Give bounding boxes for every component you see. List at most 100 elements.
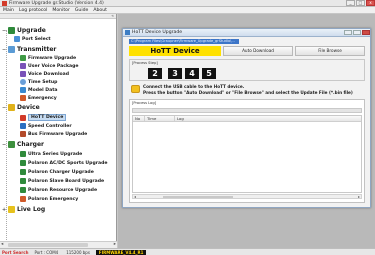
polaron-resource-icon [20,187,26,193]
window-icon [125,30,130,35]
process-step-label: [Process Step] [132,61,158,65]
tree-item-polaron-charger[interactable]: Polaron Charger Upgrade [20,169,94,175]
usb-warning-icon [131,85,140,93]
version-badge: FIRMWARE_V4.4_R1 [95,249,147,255]
device-icon [8,104,15,111]
tree-live-log[interactable]: + Live Log [2,206,45,213]
tree-item-ultra-series[interactable]: Ultra Series Upgrade [20,151,82,157]
log-scroll-thumb[interactable] [163,196,233,198]
sidebar-tree: « − Upgrade Port Select − Transmitter Fi… [0,14,117,248]
charger-icon [8,141,15,148]
device-banner: HoTT Device [129,46,221,56]
voice-package-icon [20,63,26,69]
sidebar-horizontal-scrollbar[interactable]: ◂ ▸ [0,241,117,248]
tree-item-voice-download[interactable]: Voice Download [20,71,69,77]
tree-item-time-setup[interactable]: Time Setup [20,79,57,85]
process-log-area: [Process Log] No Time Log ◂ ▸ [129,99,365,203]
log-table-header: No Time Log [133,116,361,122]
auto-download-button[interactable]: Auto Download [223,46,293,56]
child-window-controls [343,30,370,35]
menubar: Main Log protocol Monitor Guide About [0,7,375,14]
child-minimize-button[interactable] [344,30,352,35]
tree-upgrade[interactable]: − Upgrade [2,27,46,34]
firmware-icon [20,55,26,61]
tree-item-emergency[interactable]: Emergency [20,95,57,101]
hott-device-icon [20,114,26,121]
file-browse-button[interactable]: File Browse [295,46,365,56]
file-path-bar: C:\Program Files\Graupner\Firmware_Upgra… [129,39,239,44]
polaron-charger-icon [20,169,26,175]
voice-download-icon [20,71,26,77]
speed-controller-icon [20,123,26,129]
instruction-line-1: Connect the USB cable to the HoTT device… [143,84,245,89]
child-maximize-button[interactable] [353,30,361,35]
instructions: Connect the USB cable to the HoTT device… [129,83,365,97]
polaron-acdc-icon [20,160,26,166]
status-baud: 115200 bps [66,249,90,255]
app-title: Firmware Upgrade gr.Studio (Version 4.4) [9,0,104,6]
maximize-button[interactable]: □ [356,0,365,6]
step-2: 2 [148,68,162,79]
step-5: 5 [202,68,216,79]
collapse-left-icon[interactable]: « [111,14,114,19]
close-button[interactable]: x [366,0,375,6]
child-title: HoTT Device Upgrade [132,30,183,35]
hott-device-upgrade-window: HoTT Device Upgrade C:\Program Files\Gra… [122,28,371,208]
scroll-right-icon[interactable]: ▸ [114,242,116,247]
tree-item-hott-device[interactable]: HoTT Device [20,114,67,121]
header-row: HoTT Device Auto Download File Browse [129,46,365,56]
statusbar: Port Search Port : COM4 115200 bps FIRMW… [0,248,375,255]
scroll-thumb[interactable] [8,243,88,247]
step-4: 4 [185,68,199,79]
col-time[interactable]: Time [145,116,175,121]
tree-item-speed-controller[interactable]: Speed Controller [20,123,72,129]
col-no[interactable]: No [133,116,145,121]
instruction-line-2: Press the button "Auto Download" or "Fil… [143,90,353,95]
clock-icon [20,79,26,85]
live-log-icon [8,206,15,213]
tree-item-firmware-upgrade[interactable]: Firmware Upgrade [20,55,76,61]
port-icon [14,36,20,42]
scroll-right-icon[interactable]: ▸ [358,194,360,199]
log-table[interactable]: No Time Log [132,115,362,193]
child-titlebar: HoTT Device Upgrade [123,29,370,37]
tree-item-polaron-resource[interactable]: Polaron Resource Upgrade [20,187,97,193]
menu-log-protocol[interactable]: Log protocol [19,8,47,13]
polaron-slave-icon [20,178,26,184]
app-icon [2,0,7,6]
child-close-button[interactable] [362,30,370,35]
process-step-box: [Process Step] 2 3 4 5 [129,59,365,81]
tree-transmitter[interactable]: − Transmitter [2,46,56,53]
step-indicators: 2 3 4 5 [148,68,219,79]
menu-monitor[interactable]: Monitor [52,8,69,13]
tree-item-port-select[interactable]: Port Select [14,36,51,42]
log-horizontal-scrollbar[interactable]: ◂ ▸ [132,194,362,199]
polaron-emergency-icon [20,196,26,202]
emergency-icon [20,95,26,101]
process-log-label: [Process Log] [132,101,156,105]
col-log[interactable]: Log [175,116,361,121]
tree-item-user-voice-package[interactable]: User Voice Package [20,63,79,69]
window-controls: _ □ x [345,0,375,6]
tree-device[interactable]: − Device [2,104,40,111]
tree-item-bus-firmware-upgrade[interactable]: Bus Firmware Upgrade [20,131,87,137]
model-data-icon [20,87,26,93]
status-port: Port : COM4 [34,249,59,255]
scroll-left-icon[interactable]: ◂ [1,242,3,247]
transmitter-icon [8,46,15,53]
menu-about[interactable]: About [93,8,107,13]
tree-item-polaron-slave-board[interactable]: Polaron Slave Board Upgrade [20,178,104,184]
menu-main[interactable]: Main [3,8,14,13]
menu-guide[interactable]: Guide [75,8,89,13]
step-3: 3 [168,68,182,79]
status-port-search: Port Search [2,249,29,255]
tree-item-polaron-acdc[interactable]: Polaron AC/DC Sports Upgrade [20,160,108,166]
scroll-left-icon[interactable]: ◂ [134,194,136,199]
app-titlebar: Firmware Upgrade gr.Studio (Version 4.4)… [0,0,375,7]
tree-item-polaron-emergency[interactable]: Polaron Emergency [20,196,78,202]
upgrade-icon [8,27,15,34]
tree-item-model-data[interactable]: Model Data [20,87,58,93]
sidebar-collapse-bar[interactable]: « [0,14,116,19]
tree-charger[interactable]: − Charger [2,141,44,148]
minimize-button[interactable]: _ [346,0,355,6]
